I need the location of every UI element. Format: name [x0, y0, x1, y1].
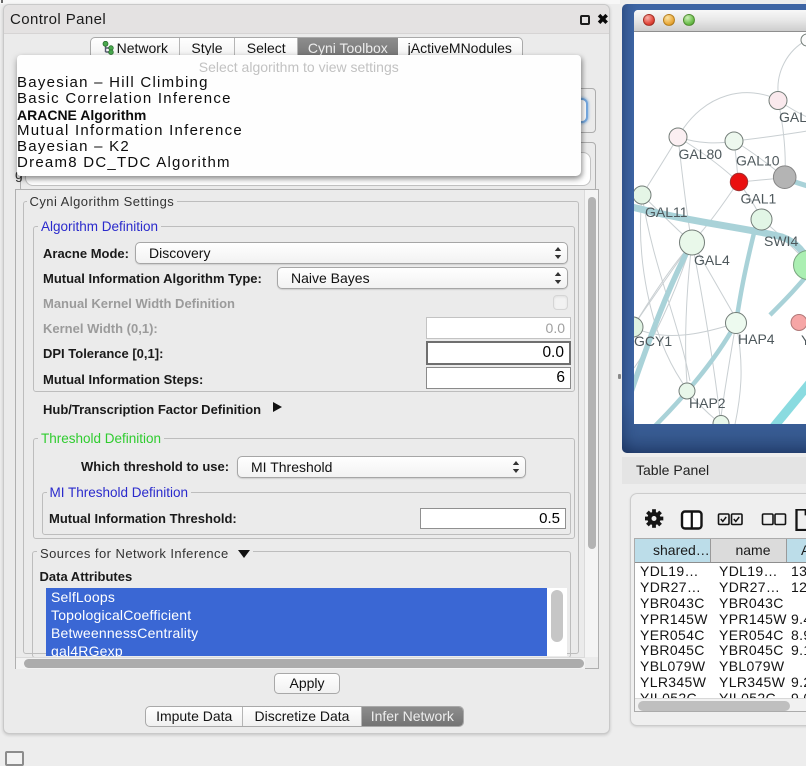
svg-text:YJ: YJ — [801, 332, 806, 348]
svg-text:SWI4: SWI4 — [764, 233, 798, 249]
svg-text:GAL11: GAL11 — [645, 204, 688, 220]
svg-text:GAL4: GAL4 — [694, 252, 730, 268]
svg-text:GCY1: GCY1 — [634, 333, 672, 349]
svg-text:GAL80: GAL80 — [679, 146, 723, 162]
svg-text:GAL10: GAL10 — [736, 152, 780, 168]
svg-text:GAL7: GAL7 — [779, 109, 806, 125]
svg-text:GAL1: GAL1 — [741, 190, 777, 206]
svg-text:HAP2: HAP2 — [689, 395, 726, 411]
svg-text:HAP4: HAP4 — [738, 331, 775, 347]
